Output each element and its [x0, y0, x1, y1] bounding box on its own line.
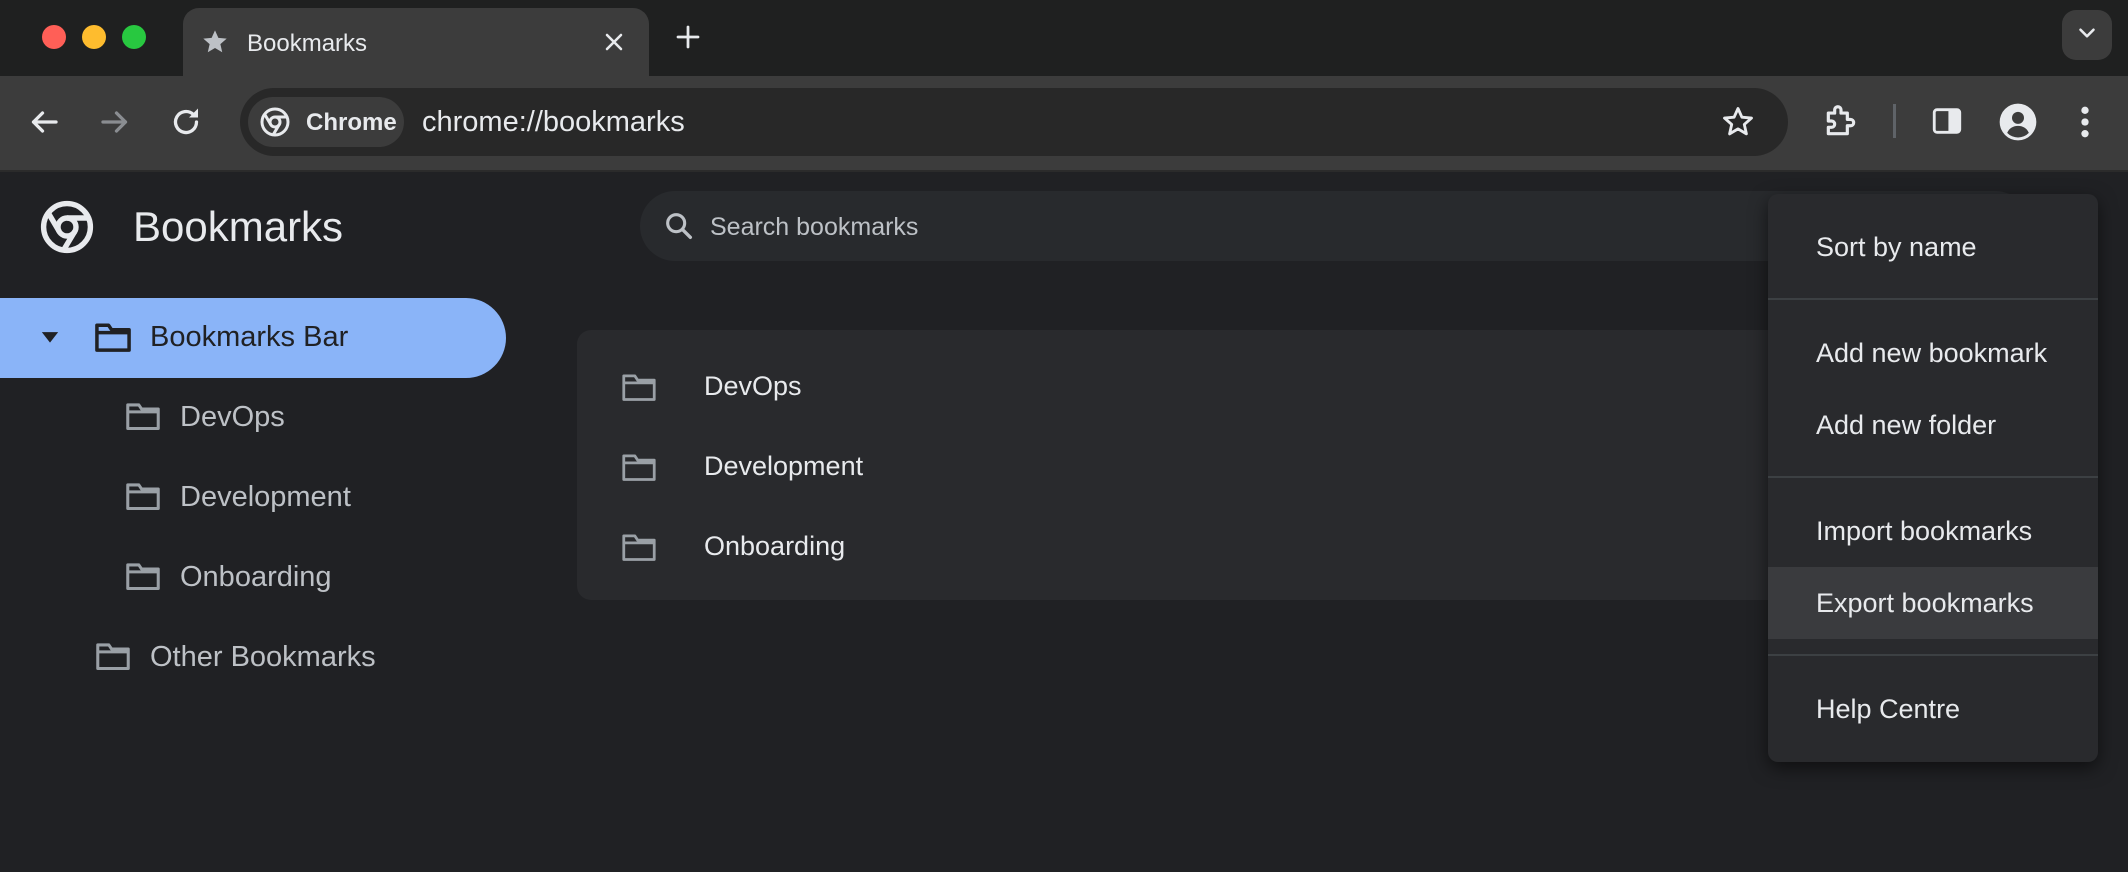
- title-bar: Bookmarks: [0, 0, 2128, 76]
- menu-item-sort-by-name[interactable]: Sort by name: [1768, 211, 2098, 283]
- page-title: Bookmarks: [133, 203, 344, 250]
- folder-icon: [621, 531, 657, 568]
- chevron-down-icon: [2074, 20, 2100, 51]
- list-item-label: Development: [704, 451, 864, 481]
- organize-menu: Sort by name Add new bookmark Add new fo…: [1768, 194, 2098, 762]
- caret-down-icon[interactable]: [36, 328, 64, 353]
- menu-divider: [1768, 298, 2098, 300]
- url-text[interactable]: chrome://bookmarks: [422, 106, 685, 139]
- list-item-label: DevOps: [704, 371, 802, 401]
- list-item[interactable]: DevOps: [577, 347, 1807, 427]
- folder-icon: [621, 451, 657, 488]
- sidebar-item-devops[interactable]: DevOps: [0, 378, 506, 458]
- menu-item-add-folder[interactable]: Add new folder: [1768, 389, 2098, 461]
- reload-icon[interactable]: [168, 104, 204, 140]
- site-info-chip[interactable]: Chrome: [248, 97, 404, 147]
- toolbar-divider: [1893, 104, 1896, 138]
- tab-bookmarks[interactable]: Bookmarks: [183, 8, 649, 76]
- menu-item-export-bookmarks[interactable]: Export bookmarks: [1768, 567, 2098, 639]
- folder-icon: [621, 371, 657, 408]
- folder-icon: [125, 560, 161, 597]
- tab-title: Bookmarks: [247, 30, 368, 57]
- menu-item-add-bookmark[interactable]: Add new bookmark: [1768, 317, 2098, 389]
- bookmark-list: DevOps Development Onboarding: [577, 330, 1807, 600]
- list-item[interactable]: Development: [577, 427, 1807, 507]
- sidebar-item-label: DevOps: [180, 401, 285, 433]
- address-bar[interactable]: Chrome chrome://bookmarks: [240, 88, 1788, 156]
- search-input[interactable]: [708, 191, 1912, 263]
- close-tab-icon[interactable]: [600, 28, 628, 61]
- bookmark-star-icon[interactable]: [1720, 104, 1756, 145]
- sidebar-item-label: Onboarding: [180, 561, 332, 593]
- menu-divider: [1768, 654, 2098, 656]
- more-vert-icon[interactable]: [2070, 102, 2100, 142]
- new-tab-icon[interactable]: [673, 22, 703, 57]
- extensions-icon[interactable]: [1822, 102, 1860, 140]
- search-icon: [662, 209, 696, 248]
- profile-avatar-icon[interactable]: [1998, 102, 2038, 142]
- sidebar-item-development[interactable]: Development: [0, 458, 506, 538]
- menu-divider: [1768, 476, 2098, 478]
- forward-icon[interactable]: [97, 104, 133, 140]
- sidebar-item-other-bookmarks[interactable]: Other Bookmarks: [0, 618, 506, 698]
- list-item[interactable]: Onboarding: [577, 507, 1807, 587]
- star-icon: [201, 28, 229, 61]
- sidebar-item-label: Bookmarks Bar: [150, 321, 349, 353]
- folder-icon: [125, 400, 161, 437]
- side-panel-icon[interactable]: [1930, 104, 1964, 138]
- menu-item-help-centre[interactable]: Help Centre: [1768, 673, 2098, 745]
- chrome-logo-icon: [40, 200, 94, 259]
- folder-icon: [95, 640, 131, 677]
- minimize-window-button[interactable]: [82, 25, 106, 49]
- menu-item-import-bookmarks[interactable]: Import bookmarks: [1768, 495, 2098, 567]
- sidebar-item-label: Other Bookmarks: [150, 641, 376, 673]
- sidebar-item-bookmarks-bar[interactable]: Bookmarks Bar: [0, 298, 506, 378]
- chrome-logo-icon: [260, 107, 290, 142]
- folder-icon: [125, 480, 161, 517]
- toolbar: Chrome chrome://bookmarks: [0, 76, 2128, 172]
- back-icon[interactable]: [26, 104, 62, 140]
- sidebar-item-onboarding[interactable]: Onboarding: [0, 538, 506, 618]
- chip-label: Chrome: [306, 109, 397, 136]
- folder-icon: [94, 320, 132, 359]
- close-window-button[interactable]: [42, 25, 66, 49]
- tab-search-button[interactable]: [2062, 10, 2112, 60]
- list-item-label: Onboarding: [704, 531, 846, 561]
- maximize-window-button[interactable]: [122, 25, 146, 49]
- sidebar-item-label: Development: [180, 481, 351, 513]
